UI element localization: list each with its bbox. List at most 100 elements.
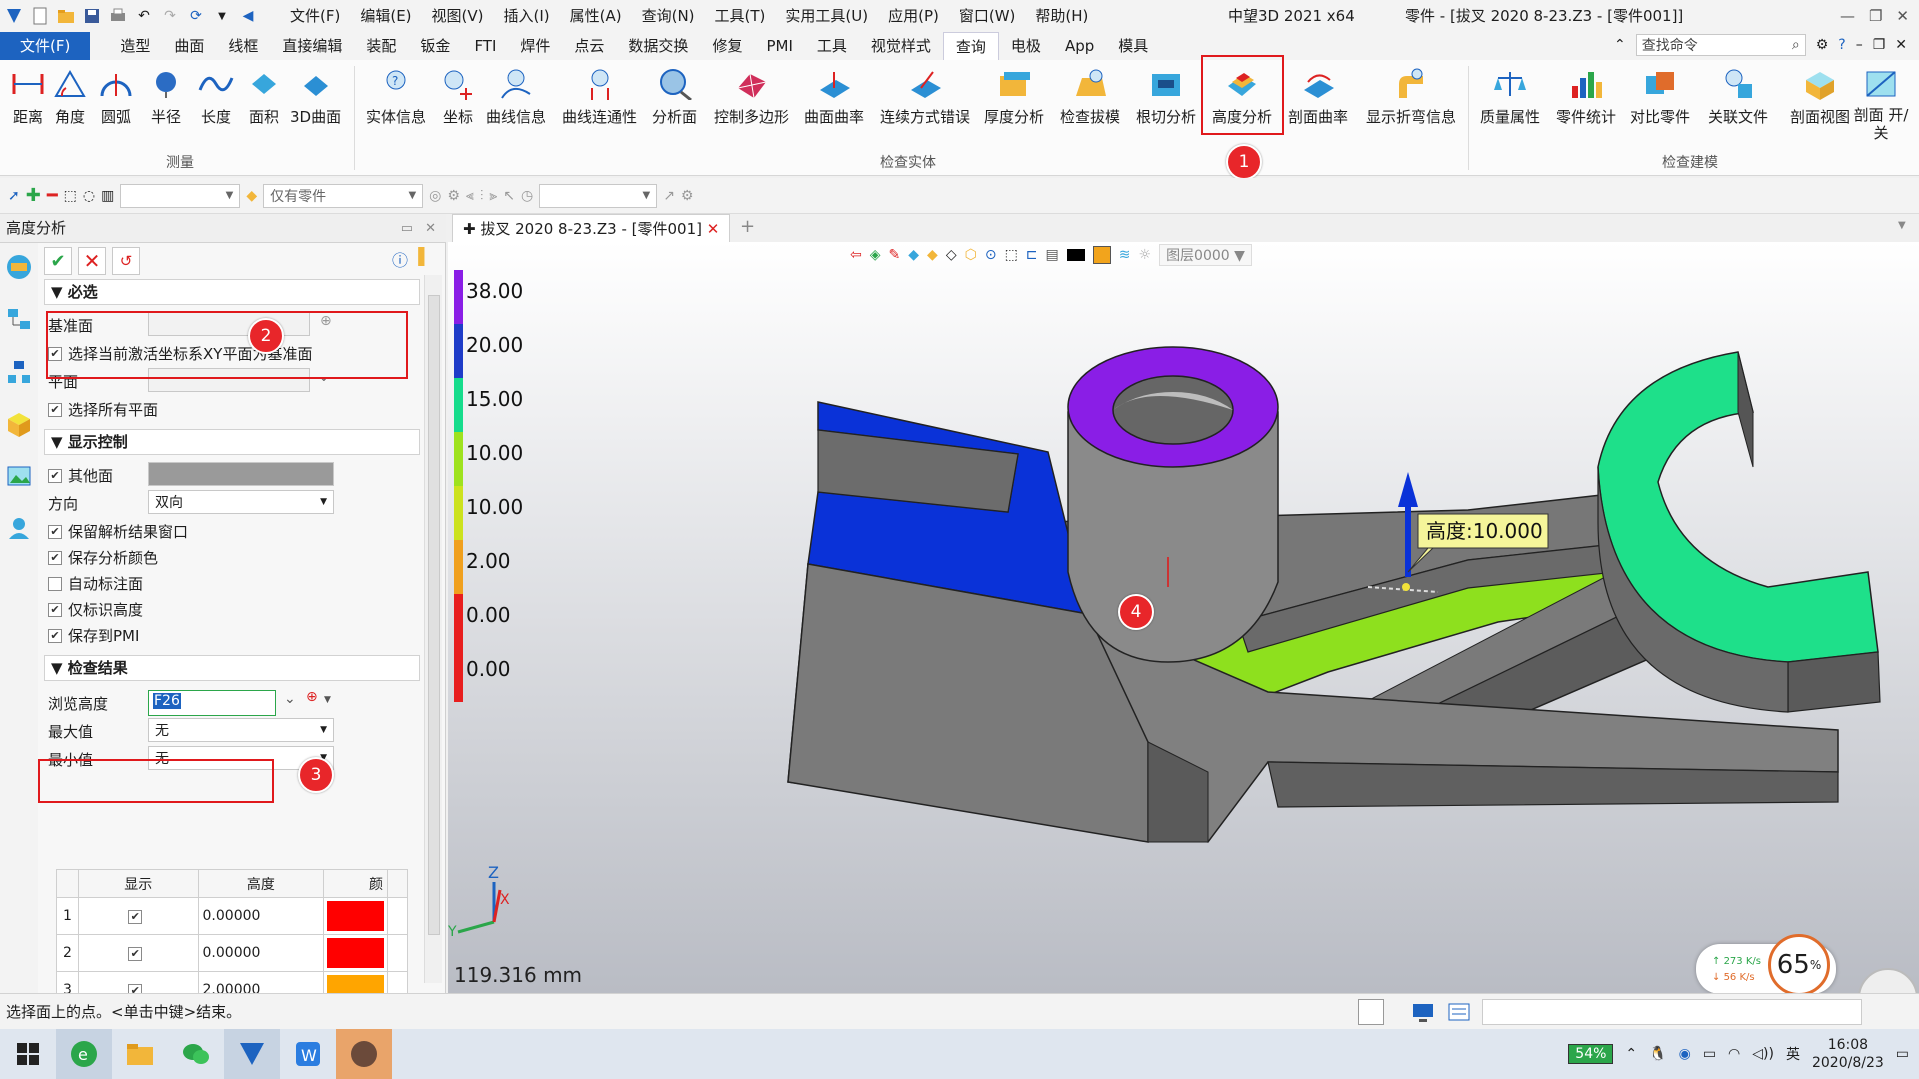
menu-apps[interactable]: 应用(P) xyxy=(878,0,949,32)
curve-continuity-button[interactable]: 曲线连通性 xyxy=(562,64,637,127)
new-tab-icon[interactable]: + xyxy=(740,216,755,237)
confirm-button[interactable]: ✔ xyxy=(44,247,72,275)
select-arrow-icon[interactable]: ➚ xyxy=(8,188,20,204)
checkbox-checked-icon[interactable]: ✔ xyxy=(128,983,143,993)
cube-shaded-icon[interactable]: ◆ xyxy=(908,247,919,263)
add-icon[interactable]: ✚ xyxy=(26,185,41,206)
print-icon[interactable] xyxy=(108,6,128,26)
angle-button[interactable]: 角度 xyxy=(50,64,90,127)
tab-repair[interactable]: 修复 xyxy=(700,32,754,60)
fit-icon[interactable]: ⬚ xyxy=(1005,247,1018,263)
curve-info-button[interactable]: 曲线信息 xyxy=(486,64,546,127)
layer-icon[interactable]: ≋ xyxy=(1119,247,1131,263)
remove-icon[interactable]: ━ xyxy=(47,185,58,206)
align-left-icon[interactable]: ⫷ xyxy=(466,188,474,204)
part-filter-icon[interactable]: ◆ xyxy=(246,188,257,204)
cursor-gear-icon[interactable]: ⚙ xyxy=(681,188,694,204)
tab-file[interactable]: 文件(F) xyxy=(0,32,91,60)
surface-curvature-button[interactable]: 曲面曲率 xyxy=(804,64,864,127)
monitor-icon[interactable] xyxy=(1410,999,1436,1025)
filter-icon[interactable]: ▥ xyxy=(101,188,114,204)
chevron-down-icon[interactable]: ▼ xyxy=(212,6,232,26)
section-icon[interactable]: ⊏ xyxy=(1026,247,1038,263)
menu-edit[interactable]: 编辑(E) xyxy=(350,0,421,32)
orient-icon[interactable]: ⬡ xyxy=(965,247,977,263)
view-mode-icon[interactable] xyxy=(1358,999,1384,1025)
close-icon[interactable]: ✕ xyxy=(1896,0,1909,32)
list-icon[interactable] xyxy=(1446,999,1472,1025)
undercut-analysis-button[interactable]: 根切分析 xyxy=(1136,64,1196,127)
save-color-checkbox[interactable]: ✔ 保存分析颜色 xyxy=(48,547,158,568)
row-color-swatch[interactable] xyxy=(327,901,385,931)
row-color-swatch[interactable] xyxy=(327,975,385,993)
network-app-icon[interactable]: ◉ xyxy=(1679,1046,1691,1062)
tab-tools[interactable]: 工具 xyxy=(805,32,859,60)
mass-properties-button[interactable]: 质量属性 xyxy=(1480,64,1540,127)
battery-indicator[interactable]: 54% xyxy=(1568,1044,1614,1064)
document-tab[interactable]: ✚ 拔叉 2020 8-23.Z3 - [零件001] ✕ xyxy=(452,214,731,242)
tab-electrode[interactable]: 电极 xyxy=(999,32,1053,60)
tab-mold[interactable]: 模具 xyxy=(1106,32,1160,60)
chevron-down-icon[interactable]: ▼ xyxy=(324,695,331,705)
wireframe-cube-icon[interactable]: ◇ xyxy=(946,247,957,263)
tab-weldment[interactable]: 焊件 xyxy=(508,32,562,60)
panel-scrollbar[interactable] xyxy=(424,275,442,983)
part-library-icon[interactable] xyxy=(6,411,32,441)
open-folder-icon[interactable] xyxy=(56,6,76,26)
app-logo-icon[interactable] xyxy=(4,6,24,26)
gear-snap-icon[interactable]: ⚙ xyxy=(447,188,460,204)
save-pmi-checkbox[interactable]: ✔ 保存到PMI xyxy=(48,625,139,646)
part-statistics-button[interactable]: 零件统计 xyxy=(1556,64,1616,127)
menu-window[interactable]: 窗口(W) xyxy=(949,0,1026,32)
apply-button[interactable]: ↺ xyxy=(112,247,140,275)
expand-chevron-icon[interactable]: ⌄ xyxy=(284,691,296,707)
tab-point-cloud[interactable]: 点云 xyxy=(562,32,616,60)
continuity-error-button[interactable]: 连续方式错误 xyxy=(880,64,970,127)
undo-icon[interactable]: ↶ xyxy=(134,6,154,26)
pick-point-icon[interactable]: ⊕ xyxy=(306,689,318,705)
filter-combo[interactable]: 仅有零件 ▼ xyxy=(263,183,424,208)
tab-modeling[interactable]: 造型 xyxy=(108,32,162,60)
pointer-icon[interactable]: ↖ xyxy=(503,188,515,204)
save-icon[interactable] xyxy=(82,6,102,26)
scrollbar-thumb[interactable] xyxy=(428,295,440,935)
start-button[interactable] xyxy=(0,1029,56,1079)
menu-query[interactable]: 查询(N) xyxy=(632,0,705,32)
browse-height-input[interactable]: F26 xyxy=(148,690,276,716)
info-icon[interactable]: ⓘ xyxy=(392,247,408,271)
tab-visual-style[interactable]: 视觉样式 xyxy=(859,32,943,60)
direction-select[interactable]: 双向 ▼ xyxy=(148,490,334,514)
image-icon[interactable] xyxy=(6,463,32,493)
table-row[interactable]: 3 ✔ 2.00000 xyxy=(56,971,408,993)
file-explorer-app[interactable] xyxy=(112,1029,168,1079)
length-button[interactable]: 长度 xyxy=(196,64,236,127)
menu-file[interactable]: 文件(F) xyxy=(280,0,350,32)
eraser-icon[interactable]: ✎ xyxy=(889,247,901,263)
arc-button[interactable]: 圆弧 xyxy=(96,64,136,127)
help-icon[interactable]: ? xyxy=(1838,37,1845,53)
auto-mark-checkbox[interactable]: 自动标注面 xyxy=(48,573,143,594)
menu-tools[interactable]: 工具(T) xyxy=(705,0,776,32)
volume-icon[interactable]: ◁)) xyxy=(1752,1046,1774,1062)
section-curvature-button[interactable]: 剖面曲率 xyxy=(1288,64,1348,127)
refresh-icon[interactable]: ⟳ xyxy=(186,6,206,26)
zoom-icon[interactable]: ⊙ xyxy=(985,247,997,263)
new-file-icon[interactable] xyxy=(30,6,50,26)
back-arrow-icon[interactable]: ◀ xyxy=(238,6,258,26)
panel-close-icon[interactable]: ✕ xyxy=(425,214,436,243)
all-planes-checkbox[interactable]: ✔ 选择所有平面 xyxy=(48,399,158,420)
lasso-icon[interactable]: ◌ xyxy=(83,188,95,204)
tab-close-icon[interactable]: ✕ xyxy=(707,220,720,238)
linked-files-button[interactable]: 关联文件 xyxy=(1708,64,1768,127)
command-input[interactable] xyxy=(1482,999,1862,1025)
table-row[interactable]: 2 ✔ 0.00000 xyxy=(56,934,408,972)
menu-attribute[interactable]: 属性(A) xyxy=(560,0,632,32)
checkbox-checked-icon[interactable]: ✔ xyxy=(128,946,143,961)
cursor-icon[interactable]: ↗ xyxy=(663,188,675,204)
selection-combo[interactable]: ▼ xyxy=(120,183,241,208)
writer-app[interactable]: W xyxy=(280,1029,336,1079)
menu-help[interactable]: 帮助(H) xyxy=(1025,0,1098,32)
section-view-button[interactable]: 剖面视图 xyxy=(1790,64,1850,127)
area-button[interactable]: 面积 xyxy=(244,64,284,127)
coordinate-button[interactable]: 坐标 xyxy=(438,64,478,127)
